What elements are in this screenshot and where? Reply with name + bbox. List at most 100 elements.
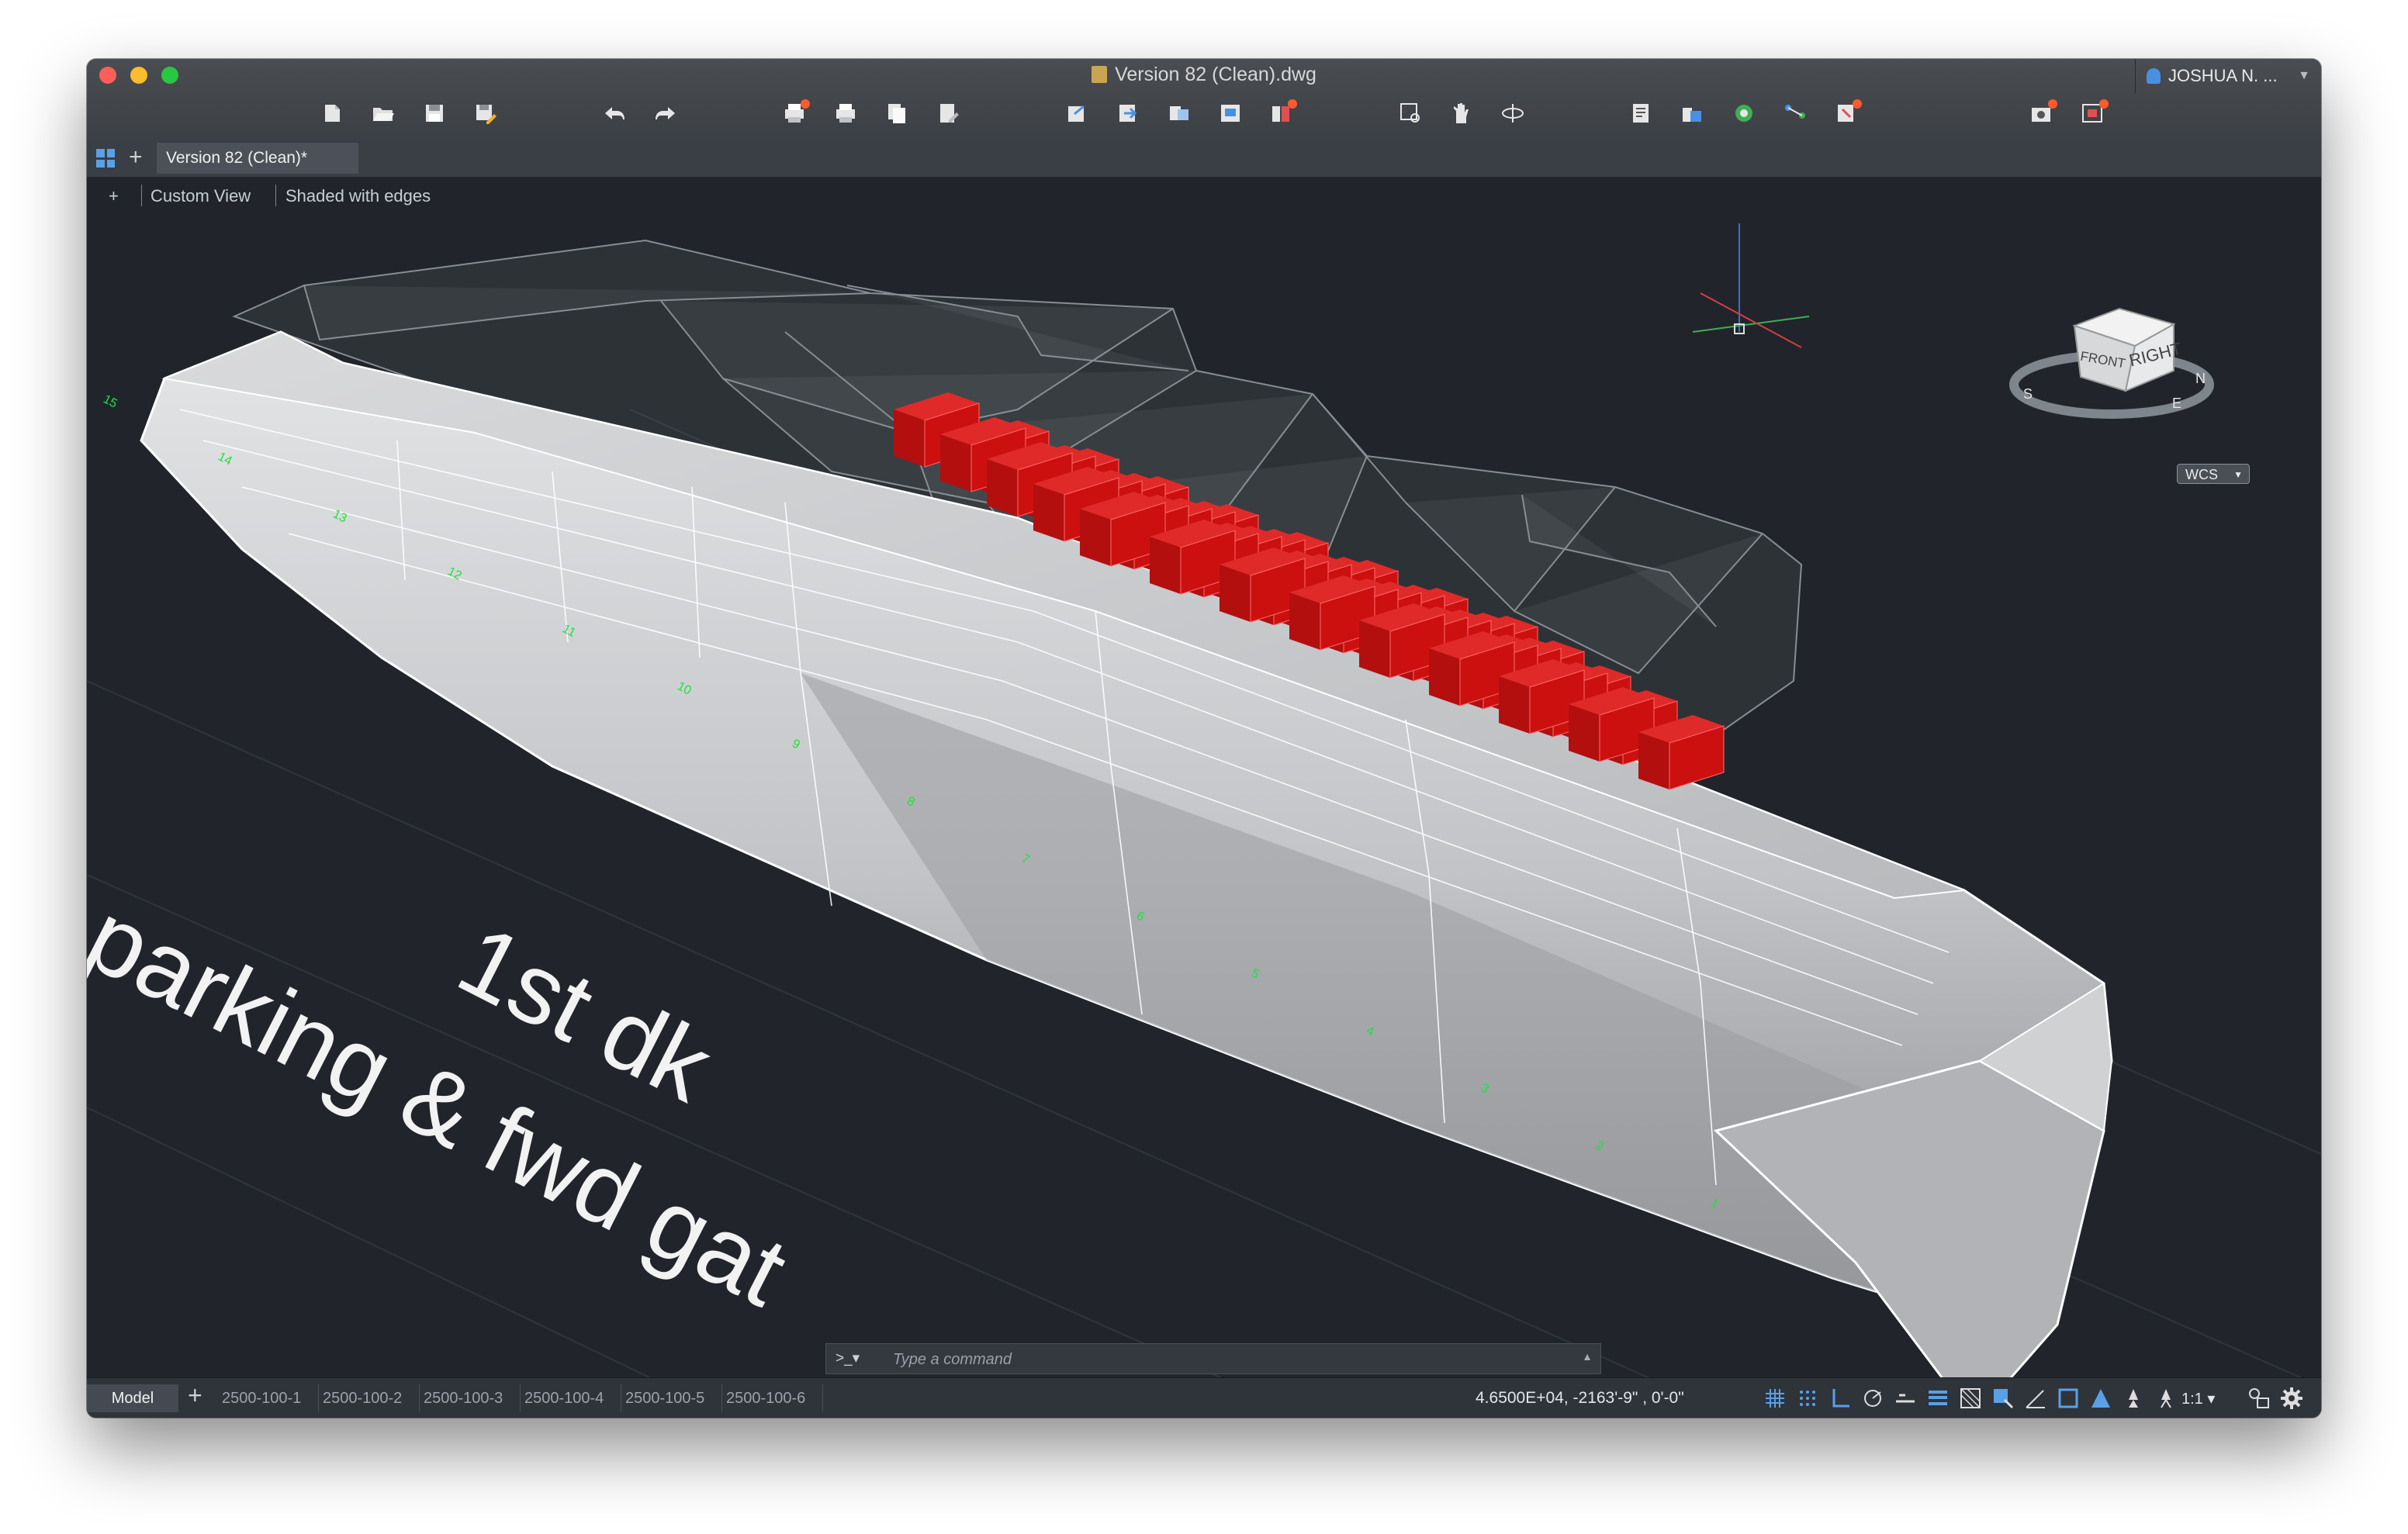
transparency-toggle-button[interactable] <box>1958 1386 1983 1411</box>
layout-tab[interactable]: 2500-100-5 <box>625 1384 722 1412</box>
open-button[interactable] <box>368 98 399 129</box>
redo-button[interactable] <box>650 98 681 129</box>
grid-icon <box>1766 1389 1784 1408</box>
viewport-label-separator <box>275 185 276 206</box>
command-line[interactable]: >_▾ ▲ <box>825 1343 1601 1375</box>
new-tab-button[interactable]: + <box>129 144 143 171</box>
batch-plot-icon <box>940 104 959 123</box>
ortho-toggle-button[interactable] <box>1828 1386 1853 1411</box>
title-bar: Version 82 (Clean).dwg JOSHUA N. ... ▼ <box>87 59 2321 140</box>
xref-button[interactable] <box>1215 98 1246 129</box>
export-icon <box>1068 105 1085 122</box>
grid-toggle-button[interactable] <box>1763 1386 1787 1411</box>
viewport-controls-menu[interactable]: + <box>109 186 119 206</box>
annotation-add-button[interactable] <box>2154 1386 2178 1411</box>
user-account-menu[interactable]: JOSHUA N. ... ▼ <box>2135 59 2321 93</box>
pan-button[interactable] <box>1446 98 1477 129</box>
model-tab[interactable]: Model <box>87 1384 178 1412</box>
osnap-toggle-button[interactable] <box>1893 1386 1918 1411</box>
app-window: Version 82 (Clean).dwg JOSHUA N. ... ▼ +… <box>87 59 2321 1418</box>
layout-tab[interactable]: 2500-100-1 <box>222 1384 319 1412</box>
save-as-button[interactable] <box>470 98 501 129</box>
export-button[interactable] <box>1061 98 1092 129</box>
layer-states-button[interactable] <box>1266 98 1297 129</box>
annotation-scale-dropdown[interactable]: 1:1 ▾ <box>2181 1389 2215 1408</box>
print-icon <box>836 104 855 123</box>
print-button[interactable] <box>830 98 861 129</box>
command-prompt-icon[interactable]: >_▾ <box>836 1349 860 1367</box>
undo-button[interactable] <box>599 98 630 129</box>
camera-button[interactable] <box>2026 98 2057 129</box>
window-title-text: Version 82 (Clean).dwg <box>1115 64 1316 85</box>
save-button[interactable] <box>419 98 450 129</box>
annotation-visibility-button[interactable] <box>2056 1386 2081 1411</box>
fields-button[interactable] <box>1831 98 1862 129</box>
batch-plot-button[interactable] <box>932 98 964 129</box>
workspace-switch-button[interactable] <box>2247 1386 2271 1411</box>
notification-dot <box>1288 99 1297 109</box>
viewport-settings-button[interactable] <box>2078 98 2109 129</box>
import-button[interactable] <box>1112 98 1143 129</box>
polar-tracking-icon <box>1864 1390 1881 1407</box>
model-scene[interactable]: 151413121110987654321 1st dk parking & f… <box>87 177 2321 1418</box>
lineweight-toggle-button[interactable] <box>1925 1386 1950 1411</box>
layout-tab[interactable]: 2500-100-3 <box>424 1384 521 1412</box>
wcs-label: WCS <box>2185 467 2218 482</box>
drawing-viewport[interactable]: 15 14 13 12 11 10 9 8 7 6 5 4 3 2 1 1st dk parking & f… <box>87 177 2321 1418</box>
status-bar: Model + 2500-100-1 2500-100-2 2500-100-3 25… <box>87 1377 2321 1418</box>
start-tab-grid-icon[interactable] <box>96 149 115 168</box>
layout-tab[interactable]: 2500-100-4 <box>524 1384 621 1412</box>
compass-e-label[interactable]: E <box>2172 396 2181 411</box>
new-file-button[interactable] <box>317 98 348 129</box>
view-menu[interactable]: Custom View <box>150 186 251 206</box>
snap-toggle-button[interactable] <box>1795 1386 1820 1411</box>
viewport-label-separator <box>141 185 142 206</box>
wcs-dropdown[interactable]: WCS ▼ <box>2177 464 2250 484</box>
dwg-file-icon <box>1092 66 1108 83</box>
properties-button[interactable] <box>1626 98 1657 129</box>
pan-hand-icon <box>1454 103 1469 123</box>
new-file-icon <box>325 105 340 122</box>
command-input[interactable] <box>891 1344 1569 1375</box>
layout-tab[interactable]: 2500-100-2 <box>323 1384 420 1412</box>
dynamic-ucs-button[interactable] <box>2023 1386 2048 1411</box>
render-button[interactable] <box>1728 98 1759 129</box>
customization-button[interactable] <box>2279 1386 2304 1411</box>
object-snap-icon <box>1896 1394 1915 1403</box>
orbit-icon <box>1502 104 1524 123</box>
polar-toggle-button[interactable] <box>1860 1386 1885 1411</box>
redo-icon <box>656 107 675 119</box>
compass-s-label[interactable]: S <box>2023 386 2033 402</box>
xref-icon <box>1221 105 1240 122</box>
document-tab-bar: + Version 82 (Clean)* <box>87 140 2321 178</box>
document-tab[interactable]: Version 82 (Clean)* <box>157 143 358 174</box>
chevron-down-icon: ▼ <box>2233 469 2243 480</box>
layers-button[interactable] <box>1677 98 1708 129</box>
publish-icon <box>888 104 905 123</box>
snap-dots-icon <box>1800 1391 1815 1406</box>
auto-scale-icon <box>2091 1389 2110 1408</box>
viewcube[interactable]: FRONT RIGHT S E N <box>2009 307 2214 419</box>
render-icon <box>1735 105 1752 122</box>
publish-button[interactable] <box>881 98 912 129</box>
plot-button[interactable] <box>779 98 810 129</box>
annotation-scale-button[interactable] <box>2121 1386 2146 1411</box>
new-layout-button[interactable]: + <box>188 1381 202 1410</box>
orbit-button[interactable] <box>1497 98 1528 129</box>
share-button[interactable] <box>1780 98 1811 129</box>
notification-dot <box>2099 99 2109 109</box>
attach-button[interactable] <box>1164 98 1195 129</box>
command-history-icon[interactable]: ▲ <box>1582 1350 1593 1363</box>
layout-tab[interactable]: 2500-100-6 <box>726 1384 823 1412</box>
auto-scale-button[interactable] <box>2088 1386 2113 1411</box>
coordinate-readout[interactable]: 4.6500E+04, -2163'-9" , 0'-0" <box>1476 1389 1684 1408</box>
share-icon <box>1785 105 1805 119</box>
dynamic-ucs-icon <box>2026 1390 2045 1408</box>
user-icon <box>2147 68 2161 84</box>
visual-style-menu[interactable]: Shaded with edges <box>285 186 431 206</box>
selection-cycling-button[interactable] <box>1991 1386 2015 1411</box>
import-icon <box>1119 105 1137 122</box>
notification-dot <box>2048 99 2057 109</box>
compass-n-label[interactable]: N <box>2195 371 2206 386</box>
zoom-window-button[interactable] <box>1395 98 1426 129</box>
